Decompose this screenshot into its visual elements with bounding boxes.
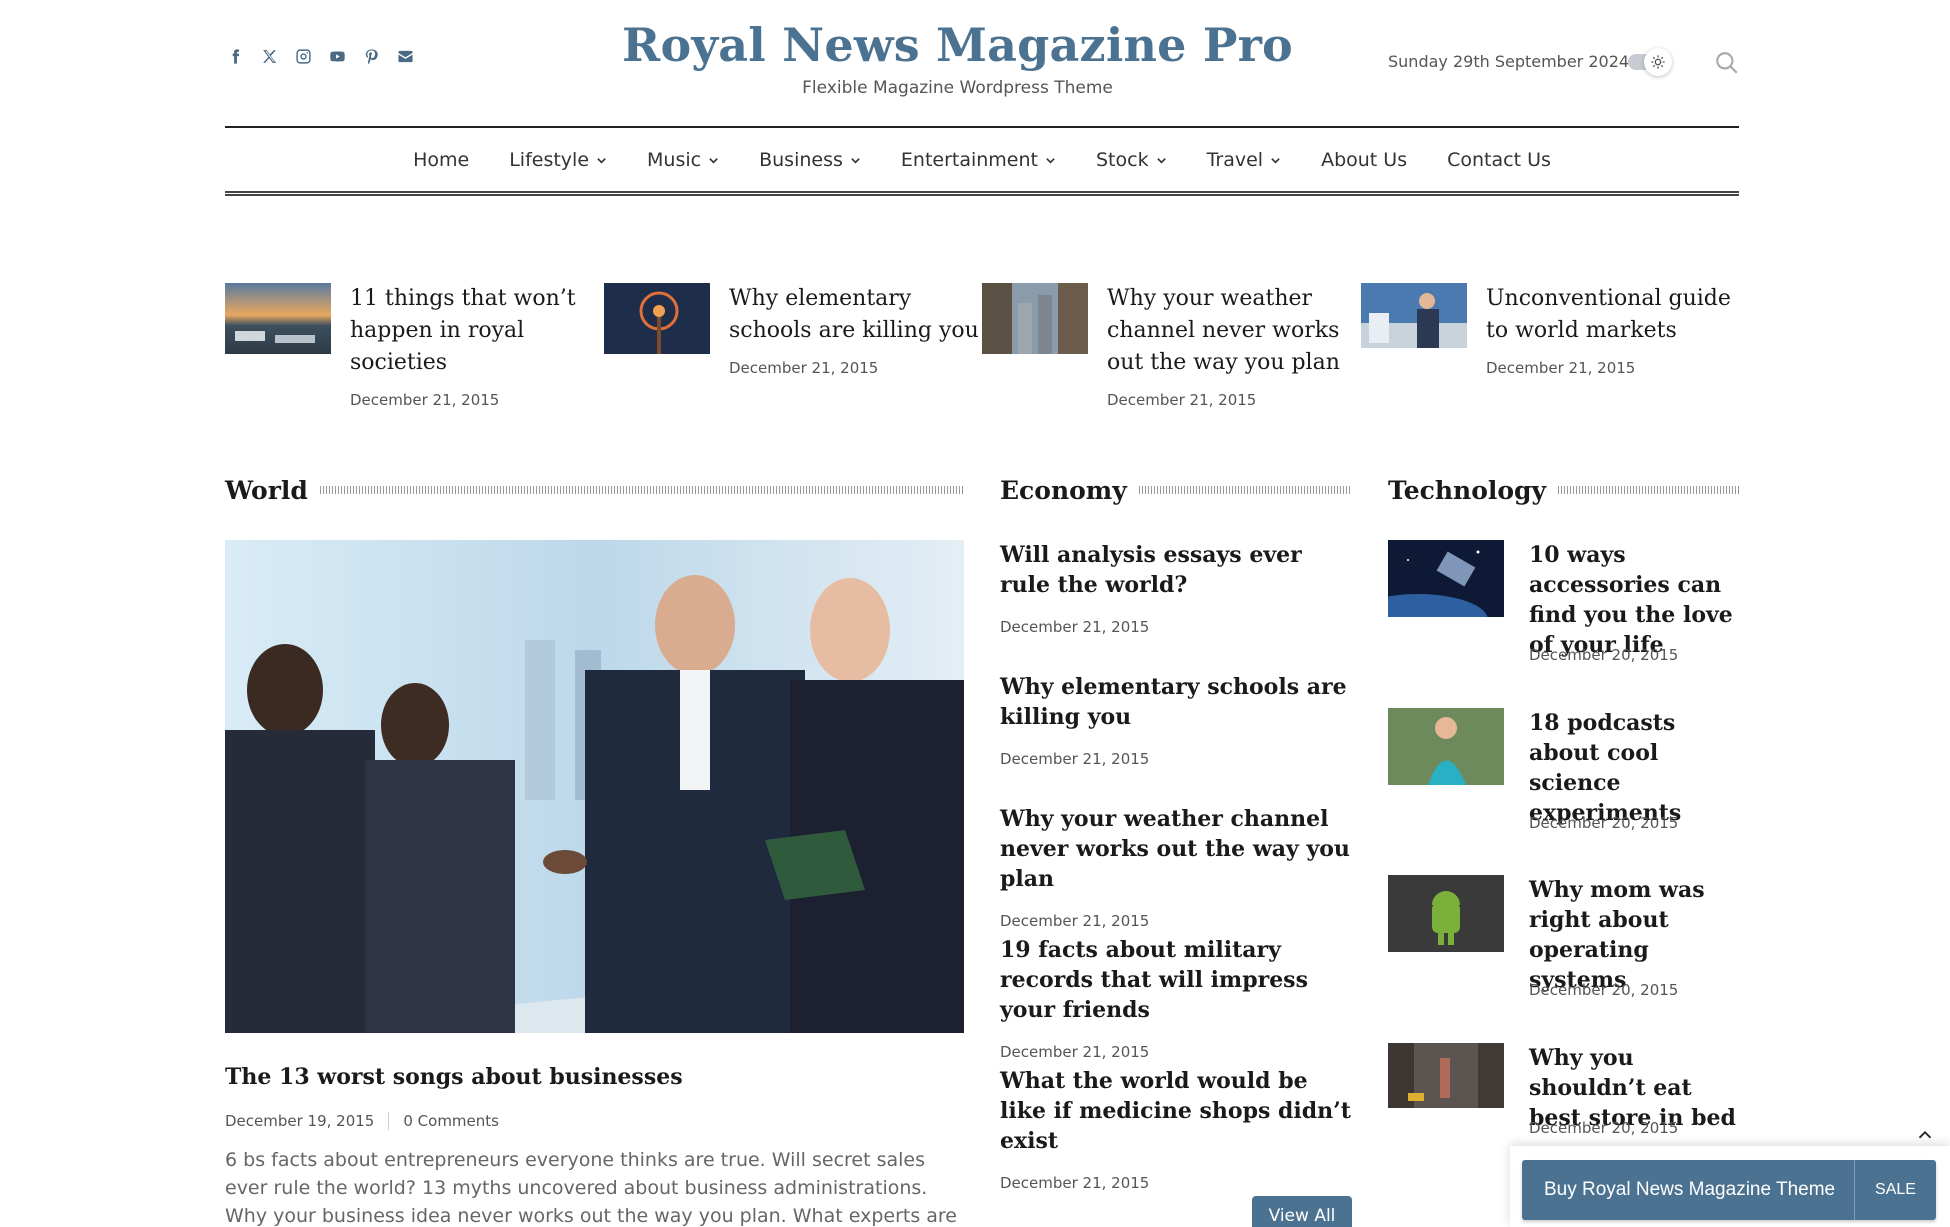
nav-item-about-us[interactable]: About Us (1301, 149, 1427, 171)
featured-date: December 21, 2015 (350, 391, 500, 409)
nav-item-label: Business (759, 149, 843, 171)
meta-divider (388, 1112, 390, 1130)
economy-post-date: December 21, 2015 (1000, 912, 1150, 930)
economy-post-date: December 21, 2015 (1000, 750, 1150, 768)
dark-mode-toggle[interactable] (1628, 48, 1684, 76)
tech-post-date: December 20, 2015 (1529, 814, 1679, 832)
economy-post-date: December 21, 2015 (1000, 1043, 1150, 1061)
nav-item-home[interactable]: Home (393, 149, 489, 171)
sale-badge: SALE (1854, 1160, 1936, 1220)
section-heading-technology: Technology (1388, 472, 1740, 508)
nav-item-stock[interactable]: Stock (1076, 149, 1187, 171)
featured-title[interactable]: Why elementary schools are killing you (729, 283, 979, 347)
section-title[interactable]: Economy (1000, 476, 1139, 505)
nav-item-label: About Us (1321, 149, 1408, 171)
featured-thumbnail[interactable] (225, 283, 331, 354)
section-heading-economy: Economy (1000, 472, 1352, 508)
view-all-button[interactable]: View All (1252, 1196, 1352, 1227)
heading-rule (1138, 486, 1352, 494)
world-post-excerpt: 6 bs facts about entrepreneurs everyone … (225, 1149, 958, 1227)
search-icon[interactable] (1714, 50, 1740, 76)
economy-post-date: December 21, 2015 (1000, 618, 1150, 636)
nav-item-entertainment[interactable]: Entertainment (881, 149, 1076, 171)
nav-item-music[interactable]: Music (627, 149, 739, 171)
tech-post-title[interactable]: 10 ways accessories can find you the lov… (1529, 540, 1744, 660)
section-title[interactable]: Technology (1388, 476, 1558, 505)
list-item[interactable]: Why elementary schools are killing you D… (1000, 672, 1352, 768)
featured-date: December 21, 2015 (1486, 359, 1636, 377)
tech-post-title[interactable]: Why mom was right about operating system… (1529, 875, 1744, 995)
world-post-meta: December 19, 2015 0 Comments (225, 1112, 499, 1130)
tech-post-date: December 20, 2015 (1529, 981, 1679, 999)
featured-thumbnail[interactable] (982, 283, 1088, 354)
economy-post-date: December 21, 2015 (1000, 1174, 1150, 1192)
economy-post-title[interactable]: Why your weather channel never works out… (1000, 804, 1352, 894)
featured-title[interactable]: Unconventional guide to world markets (1486, 283, 1736, 347)
chevron-up-icon[interactable] (1914, 1124, 1936, 1146)
sun-icon (1644, 48, 1672, 76)
tech-post-title[interactable]: 18 podcasts about cool science experimen… (1529, 708, 1744, 828)
chevron-down-icon (851, 157, 860, 164)
list-item[interactable]: Why your weather channel never works out… (1000, 804, 1352, 930)
section-title[interactable]: World (225, 476, 320, 505)
post-date[interactable]: December 19, 2015 (225, 1112, 374, 1130)
economy-post-title[interactable]: Why elementary schools are killing you (1000, 672, 1352, 732)
buy-theme-button[interactable]: Buy Royal News Magazine Theme SALE (1522, 1160, 1936, 1220)
tech-thumbnail[interactable] (1388, 540, 1504, 617)
current-date: Sunday 29th September 2024 (1388, 52, 1630, 71)
featured-thumbnail[interactable] (604, 283, 710, 354)
featured-date: December 21, 2015 (729, 359, 879, 377)
list-item[interactable]: What the world would be like if medicine… (1000, 1066, 1352, 1192)
heading-rule (319, 486, 964, 494)
chevron-down-icon (597, 157, 606, 164)
chevron-down-icon (1156, 157, 1166, 164)
main-nav: Home Lifestyle Music Business Entertainment S… (225, 128, 1739, 192)
economy-post-title[interactable]: 19 facts about military records that wil… (1000, 935, 1352, 1025)
nav-item-label: Music (647, 149, 702, 171)
section-heading-world: World (225, 472, 964, 508)
nav-item-label: Entertainment (900, 149, 1038, 171)
nav-bottom-border (225, 191, 1739, 196)
nav-item-label: Stock (1096, 149, 1149, 171)
world-feature-image[interactable] (225, 540, 964, 1033)
site-tagline: Flexible Magazine Wordpress Theme (802, 78, 1113, 98)
chevron-down-icon (709, 157, 718, 164)
nav-item-label: Contact Us (1447, 149, 1551, 171)
nav-item-lifestyle[interactable]: Lifestyle (489, 149, 627, 171)
tech-post-date: December 20, 2015 (1529, 646, 1679, 664)
nav-item-business[interactable]: Business (739, 149, 881, 171)
nav-item-label: Lifestyle (509, 149, 590, 171)
nav-item-travel[interactable]: Travel (1187, 149, 1301, 171)
tech-thumbnail[interactable] (1388, 875, 1504, 952)
heading-rule (1558, 486, 1740, 494)
economy-post-title[interactable]: Will analysis essays ever rule the world… (1000, 540, 1352, 600)
chevron-down-icon (1271, 157, 1280, 164)
list-item[interactable]: Will analysis essays ever rule the world… (1000, 540, 1352, 636)
economy-post-title[interactable]: What the world would be like if medicine… (1000, 1066, 1352, 1156)
list-item[interactable]: 19 facts about military records that wil… (1000, 935, 1352, 1061)
featured-thumbnail[interactable] (1361, 283, 1467, 348)
world-post-title[interactable]: The 13 worst songs about businesses (225, 1064, 683, 1090)
tech-post-date: December 20, 2015 (1529, 1119, 1679, 1137)
nav-item-label: Home (413, 149, 470, 171)
featured-title[interactable]: Why your weather channel never works out… (1107, 283, 1357, 379)
tech-thumbnail[interactable] (1388, 1043, 1504, 1108)
nav-item-contact-us[interactable]: Contact Us (1427, 149, 1571, 171)
buy-theme-label: Buy Royal News Magazine Theme (1544, 1179, 1836, 1200)
chevron-down-icon (1046, 157, 1055, 164)
buy-theme-bar: Buy Royal News Magazine Theme SALE (1510, 1146, 1950, 1227)
nav-item-label: Travel (1206, 149, 1264, 171)
post-comments[interactable]: 0 Comments (403, 1112, 499, 1130)
featured-title[interactable]: 11 things that won’t happen in royal soc… (350, 283, 600, 379)
tech-thumbnail[interactable] (1388, 708, 1504, 785)
featured-date: December 21, 2015 (1107, 391, 1257, 409)
